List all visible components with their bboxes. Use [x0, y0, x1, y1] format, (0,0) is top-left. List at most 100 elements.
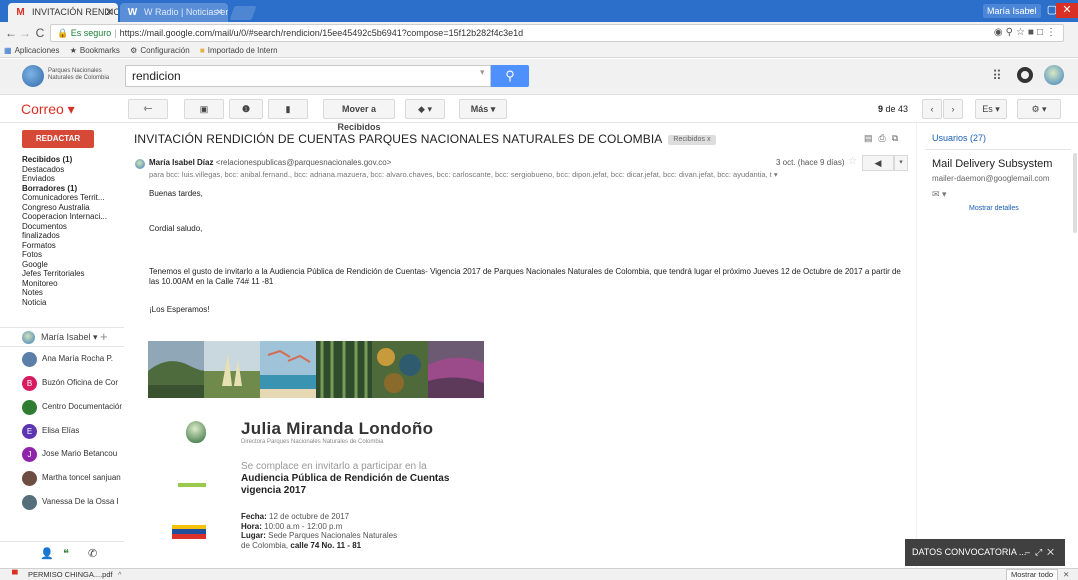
sidebar-item-drafts[interactable]: Borradores (1): [22, 184, 122, 194]
sidebar-item-label[interactable]: Cooperacion Internaci...: [22, 212, 122, 222]
bookmark-bookmarks[interactable]: ★ Bookmarks: [70, 46, 120, 55]
search-options-caret-icon[interactable]: ▾: [480, 67, 485, 78]
new-tab-button[interactable]: [229, 6, 257, 20]
bookmark-imported[interactable]: ■ Importado de Intern: [200, 46, 278, 55]
sidebar-item-label[interactable]: Formatos: [22, 241, 122, 251]
newer-button[interactable]: ‹: [922, 99, 942, 119]
url-input[interactable]: 🔒 Es seguro | https://mail.google.com/mail…: [50, 24, 1064, 42]
contact-item[interactable]: Centro Documentación: [22, 399, 122, 417]
avatar[interactable]: [22, 331, 35, 344]
close-icon[interactable]: ✕: [1063, 569, 1069, 580]
compose-button[interactable]: REDACTAR: [22, 130, 94, 148]
invitation-role: Directora Parques Nacionales Naturales d…: [241, 439, 384, 445]
new-window-icon[interactable]: ⧉: [892, 133, 904, 143]
phone-icon[interactable]: ✆: [88, 547, 97, 560]
window-close-button[interactable]: ✕: [1056, 3, 1078, 18]
notifications-icon[interactable]: [1017, 67, 1033, 83]
show-all-button[interactable]: Mostrar todo: [1006, 569, 1059, 580]
spam-icon: ❶: [241, 104, 251, 114]
sidebar-item-label[interactable]: Comunicadores Territ...: [22, 193, 122, 203]
sidebar-item-label[interactable]: finalizados: [22, 231, 122, 241]
add-contact-icon[interactable]: +: [100, 329, 108, 344]
label-tag-icon: ◆ ▾: [418, 104, 432, 114]
sidebar-item-label[interactable]: Monitoreo: [22, 279, 122, 289]
contact-email: mailer-daemon@googlemail.com: [932, 174, 1050, 183]
contact-item[interactable]: B Buzón Oficina de Cor: [22, 375, 122, 393]
divider: [925, 149, 1071, 150]
person-icon[interactable]: 👤: [40, 547, 54, 560]
sidebar-item-label[interactable]: Congreso Australia: [22, 203, 122, 213]
forward-arrow-icon[interactable]: →: [18, 25, 32, 41]
location-icon[interactable]: ◉: [994, 27, 1006, 38]
archive-button[interactable]: ▣: [184, 99, 224, 119]
settings-button[interactable]: ⚙ ▾: [1017, 99, 1061, 119]
star-bookmark-icon[interactable]: ☆: [1016, 27, 1028, 38]
show-details-link[interactable]: Mostrar detalles: [969, 205, 1019, 212]
contact-item[interactable]: E Elisa Elías: [22, 423, 122, 441]
sidebar-item-label[interactable]: Noticia: [22, 298, 122, 308]
older-button[interactable]: ›: [943, 99, 963, 119]
contact-item[interactable]: Martha toncel sanjuan: [22, 470, 122, 488]
account-avatar[interactable]: [1044, 65, 1064, 85]
extension-icon[interactable]: ■: [1028, 27, 1037, 38]
contact-item[interactable]: Ana María Rocha P.: [22, 351, 122, 369]
minimized-compose-window[interactable]: DATOS CONVOCATORIA ... –⤢✕: [905, 539, 1065, 566]
reply-button[interactable]: ◀: [862, 155, 894, 171]
back-arrow-icon[interactable]: ←: [4, 25, 18, 41]
scrollbar[interactable]: [1073, 153, 1077, 233]
contact-item[interactable]: Vanessa De la Ossa I: [22, 494, 122, 512]
email-icon[interactable]: ✉ ▾: [932, 189, 947, 200]
users-link[interactable]: Usuarios (27): [932, 133, 986, 143]
close-icon[interactable]: ✕: [105, 3, 113, 22]
expand-icon[interactable]: ⤢: [1035, 547, 1047, 557]
hangouts-chat-icon[interactable]: ❝: [63, 547, 69, 560]
bookmark-settings[interactable]: ⚙ Configuración: [130, 46, 190, 55]
tab-wradio[interactable]: W W Radio | Noticias en Co ✕: [120, 3, 228, 22]
report-spam-button[interactable]: ❶: [229, 99, 263, 119]
app-switcher[interactable]: Correo ▾: [21, 101, 75, 117]
sidebar-item-label[interactable]: Documentos: [22, 222, 122, 232]
input-tools-button[interactable]: Es ▾: [975, 99, 1007, 119]
reload-icon[interactable]: C: [33, 25, 47, 41]
omnibox-actions: ◉⚲☆■□⋮: [967, 25, 1063, 41]
sidebar-item-label[interactable]: Fotos: [22, 250, 122, 260]
sidebar-item-label[interactable]: Google: [22, 260, 122, 270]
star-icon[interactable]: ☆: [848, 156, 857, 167]
delete-button[interactable]: ▮: [268, 99, 308, 119]
more-actions-button[interactable]: ▾: [894, 155, 908, 171]
labels-button[interactable]: ◆ ▾: [405, 99, 445, 119]
sidebar-item-sent[interactable]: Enviados: [22, 174, 122, 184]
minimize-icon[interactable]: –: [1025, 547, 1035, 557]
search-input[interactable]: rendicion: [125, 65, 491, 87]
extension-icon[interactable]: □: [1037, 27, 1046, 38]
parques-logo-icon[interactable]: [22, 65, 44, 87]
tab-gmail[interactable]: M INVITACIÓN RENDICIÓ ✕: [8, 3, 118, 22]
hangouts-footer: 👤 ❝ ✆: [0, 541, 124, 563]
sidebar-item-label[interactable]: Notes: [22, 288, 122, 298]
recipients-line[interactable]: para bcc: luis.villegas, bcc: anibal.fer…: [149, 170, 839, 179]
hangouts-user-name[interactable]: María Isabel ▾: [41, 332, 98, 343]
contact-item[interactable]: J Jose Mario Betancou: [22, 446, 122, 464]
expand-all-icon[interactable]: ▤: [864, 133, 879, 143]
sidebar-item-starred[interactable]: Destacados: [22, 165, 122, 175]
more-button[interactable]: Más ▾: [459, 99, 507, 119]
back-to-list-button[interactable]: ⇽: [128, 99, 168, 119]
minimize-button[interactable]: –: [1020, 3, 1042, 18]
search-button[interactable]: ⚲: [491, 65, 529, 87]
sender-line: María Isabel Díaz <relacionespublicas@pa…: [149, 158, 391, 167]
move-to-inbox-button[interactable]: Mover a Recibidos: [323, 99, 395, 132]
print-icon[interactable]: ⎙: [879, 133, 892, 143]
sidebar-item-label[interactable]: Jefes Territoriales: [22, 269, 122, 279]
bookmark-apps[interactable]: ▦ Aplicaciones: [4, 46, 59, 55]
label-chip[interactable]: Recibidos x: [668, 134, 716, 145]
download-item[interactable]: PERMISO CHINGA....pdf: [28, 569, 113, 580]
close-icon[interactable]: ✕: [215, 3, 223, 22]
zoom-icon[interactable]: ⚲: [1006, 27, 1016, 38]
menu-icon[interactable]: ⋮: [1046, 27, 1059, 38]
sender-name[interactable]: María Isabel Díaz: [149, 158, 213, 167]
apps-grid-icon[interactable]: ⠿: [990, 69, 1004, 83]
sidebar-item-inbox[interactable]: Recibidos (1): [22, 155, 122, 165]
sidebar: REDACTAR Recibidos (1) Destacados Enviad…: [0, 123, 124, 568]
chevron-up-icon[interactable]: ^: [118, 569, 122, 580]
close-icon[interactable]: ✕: [1047, 547, 1059, 557]
